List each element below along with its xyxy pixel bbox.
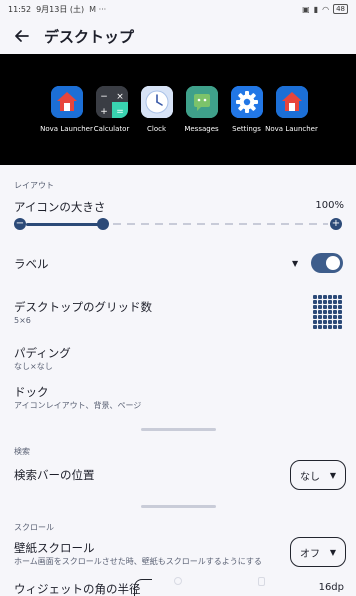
app-label: Nova Launcher [265, 125, 318, 133]
preview-app-item: Settings [224, 86, 269, 156]
slider-decrease-icon[interactable]: − [14, 218, 26, 230]
app-label: Nova Launcher [40, 125, 93, 133]
slider-increase-icon[interactable]: + [330, 218, 342, 230]
desktop-preview: Nova Launcher − × + = Calculator Clock M… [0, 54, 356, 165]
nova-launcher-icon [50, 86, 83, 118]
radius-slider-thumb[interactable] [174, 577, 182, 585]
calculator-icon: − × + = [95, 86, 128, 118]
preview-app-item: Nova Launcher [40, 86, 93, 156]
messages-icon [185, 86, 218, 118]
dropdown-value: なし [300, 471, 320, 483]
preview-app-item: Clock [134, 86, 179, 156]
icon-size-value: 100% [315, 200, 344, 211]
section-divider [141, 505, 216, 508]
dropdown-caret-icon: ▼ [329, 470, 336, 480]
dropdown-caret-icon: ▼ [329, 547, 336, 557]
radius-slider-end-icon [258, 577, 265, 586]
app-label: Clock [146, 125, 167, 133]
preview-app-row: Nova Launcher − × + = Calculator Clock M… [40, 86, 318, 156]
grid-layout-icon[interactable] [313, 295, 342, 329]
dock-subtitle: アイコンレイアウト、背景、ページ [14, 401, 142, 410]
widget-corner-preview-icon [134, 579, 152, 596]
status-date: 9月13日 (土) [36, 4, 85, 14]
nova-launcher-icon [275, 86, 308, 118]
app-label: Messages [184, 125, 219, 133]
wifi-icon: ◠ [322, 4, 330, 14]
preview-app-item: Messages [179, 86, 224, 156]
svg-text:×: × [116, 92, 124, 102]
widget-radius-value: 16dp [318, 582, 344, 593]
label-row-title[interactable]: ラベル [14, 256, 49, 272]
section-divider [141, 428, 216, 431]
padding-value: なし×なし [14, 362, 53, 371]
widget-radius-label: ウィジェットの角の半径 [14, 582, 141, 596]
status-bar: 11:52 9月13日 (土) M ··· ▣ ▮ ◠ 48 [0, 0, 356, 18]
battery-indicator: 48 [333, 4, 348, 14]
label-toggle[interactable] [311, 253, 343, 273]
icon-size-slider-track[interactable] [113, 223, 328, 225]
status-time: 11:52 [8, 4, 32, 14]
icon-size-slider-thumb[interactable] [97, 218, 109, 230]
search-bar-position-dropdown[interactable]: なし ▼ [290, 460, 346, 490]
svg-text:=: = [116, 107, 124, 117]
svg-text:+: + [100, 107, 108, 117]
toggle-knob [326, 256, 340, 270]
search-bar-position-label: 検索バーの位置 [14, 468, 95, 482]
icon-size-slider-fill [26, 223, 103, 226]
sim-icon: ▣ [302, 4, 310, 14]
desktop-grid-value: 5×6 [14, 316, 31, 325]
settings-gear-icon [230, 86, 263, 118]
dock-label[interactable]: ドック [14, 384, 49, 400]
status-extras: M ··· [89, 4, 107, 14]
desktop-grid-label[interactable]: デスクトップのグリッド数 [14, 299, 152, 315]
settings-list: レイアウト アイコンの大きさ 100% − + ラベル ▼ デスクトップのグリッ… [0, 165, 356, 596]
preview-app-item: Nova Launcher [265, 86, 318, 156]
padding-label[interactable]: パディング [14, 345, 71, 361]
section-title-layout: レイアウト [14, 181, 54, 190]
wallpaper-scroll-subtitle: ホーム画面をスクロールさせた時、壁紙もスクロールするようにする [14, 557, 262, 566]
clock-icon [140, 86, 173, 118]
back-arrow-icon[interactable] [12, 26, 32, 46]
label-expand-chevron-icon[interactable]: ▼ [292, 259, 298, 268]
icon-size-label: アイコンの大きさ [14, 200, 106, 214]
wallpaper-scroll-label: 壁紙スクロール [14, 541, 95, 555]
preview-app-item: − × + = Calculator [89, 86, 134, 156]
svg-text:−: − [100, 92, 108, 102]
app-bar: デスクトップ [0, 18, 356, 54]
wallpaper-scroll-dropdown[interactable]: オフ ▼ [290, 537, 346, 567]
section-title-scroll: スクロール [14, 523, 54, 532]
page-title: デスクトップ [44, 27, 135, 46]
cellular-signal-icon: ▮ [313, 4, 319, 14]
app-label: Calculator [93, 125, 130, 133]
dropdown-value: オフ [300, 548, 320, 560]
app-label: Settings [232, 125, 261, 133]
section-title-search: 検索 [14, 447, 30, 456]
